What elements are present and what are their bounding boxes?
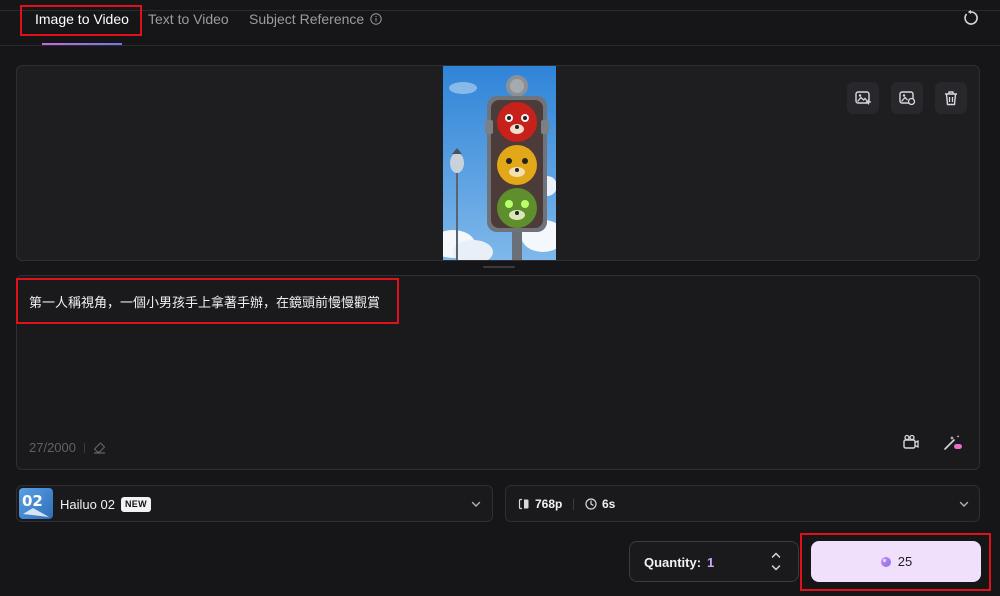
quantity-stepper[interactable]: Quantity: 1 — [629, 541, 799, 582]
quantity-label: Quantity: — [644, 555, 702, 570]
image-action-group — [847, 82, 967, 114]
new-badge: NEW — [121, 497, 151, 512]
settings-divider — [573, 499, 574, 510]
duration-value: 6s — [602, 497, 616, 511]
video-settings-select[interactable]: 768p 6s — [505, 485, 980, 522]
mode-tab-bar: Image to Video Text to Video Subject Ref… — [0, 0, 1000, 46]
model-logo: 02 — [19, 488, 53, 519]
model-select[interactable]: 02 Hailuo 02 NEW — [16, 485, 493, 522]
camera-movement-icon — [903, 434, 919, 449]
camera-movement-button[interactable] — [901, 432, 921, 452]
tab-subject-reference-label: Subject Reference — [249, 11, 365, 27]
counter-divider — [84, 442, 85, 453]
image-edit-icon — [855, 91, 871, 105]
reference-image-preview — [443, 66, 556, 260]
traffic-light-illustration — [443, 66, 556, 260]
prompt-enhance-button[interactable] — [943, 432, 963, 452]
reference-image-panel[interactable] — [16, 65, 980, 261]
chevron-down-icon[interactable] — [470, 498, 482, 510]
credit-cost: 25 — [897, 554, 913, 569]
model-logo-text: 02 — [22, 492, 43, 510]
eraser-icon[interactable] — [93, 441, 106, 454]
tab-subject-reference[interactable]: Subject Reference — [249, 11, 382, 27]
resize-handle[interactable] — [483, 266, 515, 268]
chevron-down-icon[interactable] — [771, 564, 781, 572]
duration-setting: 6s — [585, 497, 615, 511]
image-settings-button[interactable] — [891, 82, 923, 114]
gem-icon — [880, 556, 891, 567]
generate-button[interactable]: 25 — [811, 541, 981, 582]
active-tab-indicator — [42, 43, 122, 45]
chevron-up-icon[interactable] — [771, 551, 781, 559]
clock-icon — [585, 498, 597, 510]
prompt-counter: 27/2000 — [29, 440, 106, 455]
hailuo-logo-icon: 02 — [22, 492, 49, 517]
resolution-setting: 768p — [518, 497, 562, 511]
character-count: 27/2000 — [29, 440, 76, 455]
chevron-down-icon[interactable] — [958, 498, 970, 510]
magic-wand-icon — [944, 435, 962, 450]
resolution-icon — [518, 498, 529, 510]
quantity-value: 1 — [707, 555, 715, 570]
prompt-textarea[interactable]: 第一人稱視角，一個小男孩手上拿著手辦，在鏡頭前慢慢觀賞 27/2000 — [16, 275, 980, 470]
image-settings-icon — [899, 91, 916, 106]
rotate-ccw-icon[interactable] — [962, 9, 980, 27]
model-name: Hailuo 02 — [60, 497, 115, 512]
tab-image-to-video[interactable]: Image to Video — [35, 11, 129, 27]
delete-image-button[interactable] — [935, 82, 967, 114]
resolution-value: 768p — [535, 497, 563, 511]
tab-text-to-video[interactable]: Text to Video — [148, 11, 229, 27]
info-icon[interactable] — [370, 13, 382, 25]
replace-image-button[interactable] — [847, 82, 879, 114]
trash-icon — [945, 91, 957, 106]
prompt-action-group — [901, 432, 963, 452]
prompt-text: 第一人稱視角，一個小男孩手上拿著手辦，在鏡頭前慢慢觀賞 — [29, 295, 381, 310]
